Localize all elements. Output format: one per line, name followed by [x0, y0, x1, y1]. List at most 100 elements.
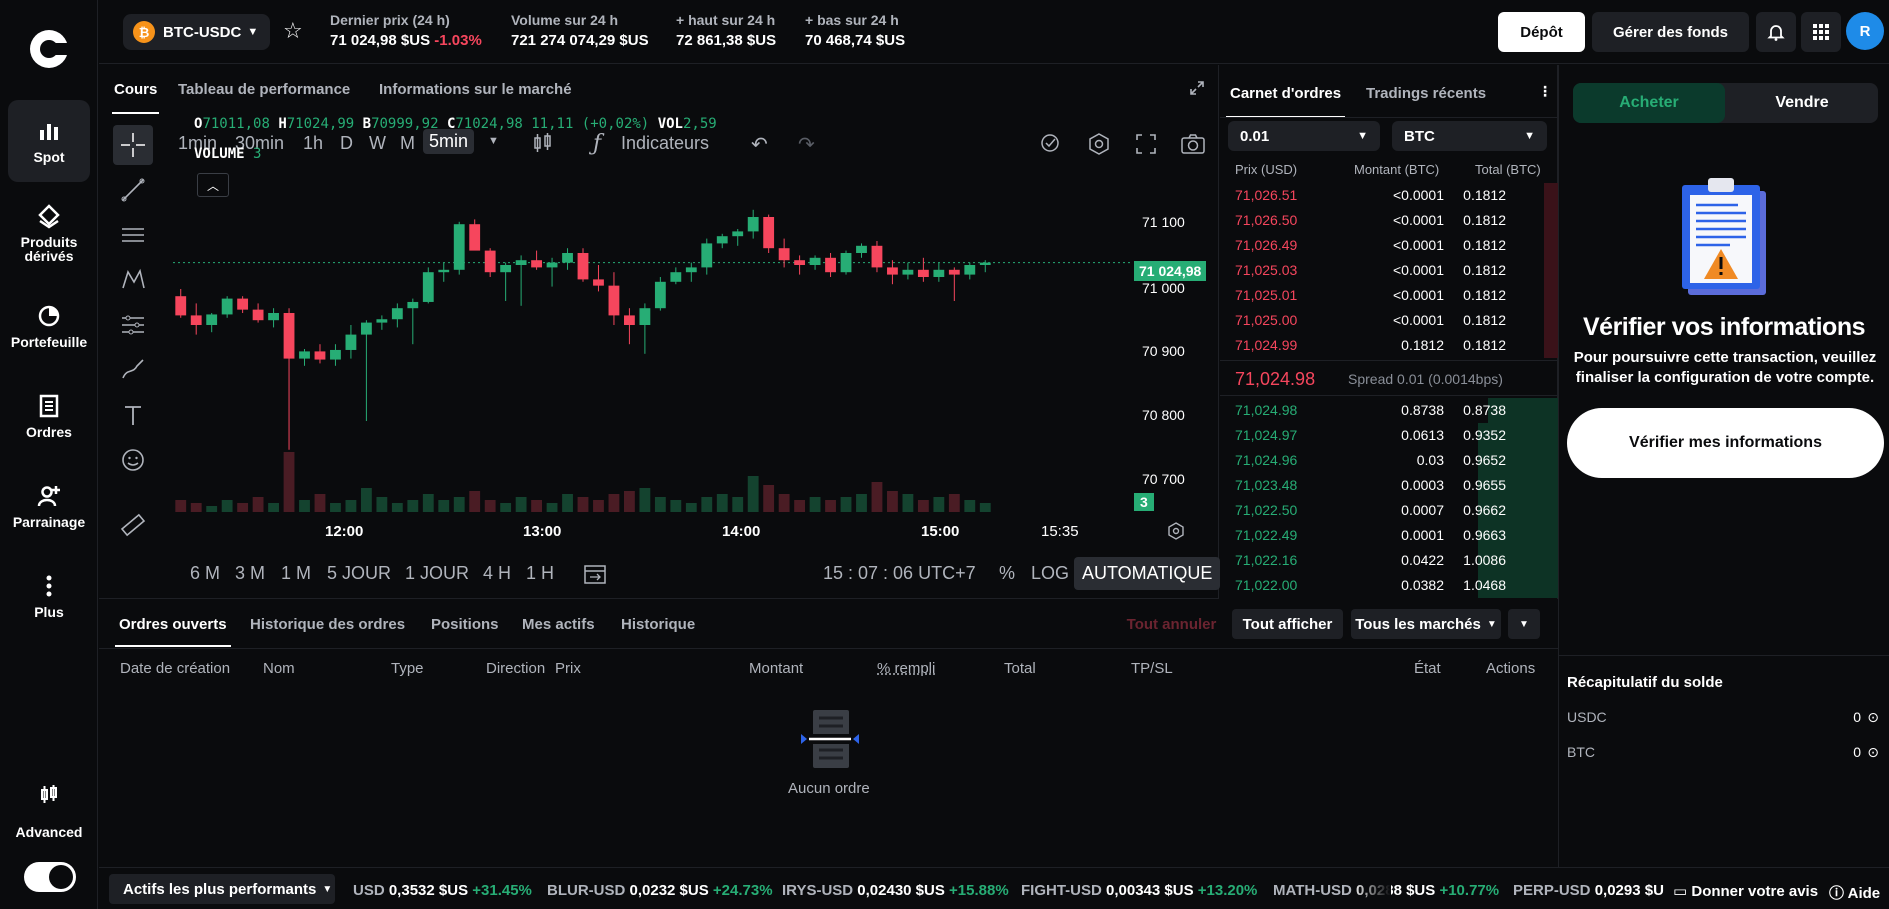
info-circle-icon[interactable]: ⊙ — [1867, 709, 1879, 726]
more-vertical-icon[interactable]: ⋮ — [1538, 83, 1552, 100]
expand-panel-button[interactable]: ▼ — [1508, 609, 1540, 639]
ask-row[interactable]: 71,026.50 <0.0001 0.1812 — [1220, 208, 1558, 233]
ask-row[interactable]: 71,026.49 <0.0001 0.1812 — [1220, 233, 1558, 258]
ruler-icon[interactable] — [113, 505, 153, 545]
help-link[interactable]: ⓘ Aide — [1829, 882, 1880, 903]
sidebar-item-more[interactable]: Plus — [8, 560, 90, 632]
auto-scale-toggle[interactable]: AUTOMATIQUE — [1074, 557, 1221, 590]
deposit-button[interactable]: Dépôt — [1498, 12, 1585, 52]
ask-row[interactable]: 71,024.99 0.1812 0.1812 — [1220, 333, 1558, 358]
bid-row[interactable]: 71,024.96 0.03 0.9652 — [1220, 448, 1558, 473]
tick-size-select[interactable]: 0.01 ▼ — [1228, 121, 1380, 151]
bell-icon[interactable] — [1756, 12, 1796, 52]
ticker-selector[interactable]: Actifs les plus performants ▼ — [109, 874, 335, 904]
fullscreen-icon[interactable] — [1134, 132, 1158, 159]
ticker-item[interactable]: PERP-USD 0,0293 $U — [1513, 882, 1664, 899]
advanced-toggle[interactable] — [24, 862, 76, 892]
camera-icon[interactable] — [1180, 132, 1206, 159]
ticker-item[interactable]: USD 0,3532 $US +31.45% — [353, 882, 532, 899]
timeframe-5min[interactable]: 5min — [423, 129, 475, 154]
range-5d[interactable]: 5 JOUR — [327, 563, 391, 584]
ticker-item[interactable]: BLUR-USD 0,0232 $US +24.73% — [547, 882, 773, 899]
settings-hex-icon[interactable] — [1087, 132, 1111, 159]
candle-type-icon[interactable] — [532, 131, 554, 158]
sidebar-item-spot[interactable]: Spot — [8, 100, 90, 182]
horizontal-lines-icon[interactable] — [113, 215, 153, 255]
redo-icon[interactable]: ↷ — [798, 132, 815, 157]
sell-tab[interactable]: Vendre — [1726, 83, 1878, 123]
bid-row[interactable]: 71,024.98 0.8738 0.8738 — [1220, 398, 1558, 423]
star-icon[interactable]: ☆ — [283, 18, 303, 44]
timeframe-m[interactable]: M — [400, 133, 415, 154]
feedback-link[interactable]: ▭ Donner votre avis — [1673, 882, 1818, 900]
tab-open-orders[interactable]: Ordres ouverts — [115, 616, 231, 647]
tab-my-assets[interactable]: Mes actifs — [522, 616, 595, 633]
cancel-all-button[interactable]: Tout annuler — [1120, 609, 1223, 639]
range-1h[interactable]: 1 H — [526, 563, 554, 584]
tab-order-history[interactable]: Historique des ordres — [250, 616, 405, 633]
manage-funds-button[interactable]: Gérer des fonds — [1592, 12, 1749, 52]
buy-tab[interactable]: Acheter — [1573, 83, 1725, 123]
calendar-icon[interactable] — [583, 563, 607, 588]
timeframe-1h[interactable]: 1h — [303, 133, 323, 154]
apps-grid-icon[interactable] — [1801, 12, 1841, 52]
pair-selector[interactable]: ₿ BTC-USDC ▼ — [123, 14, 270, 50]
tab-market-info[interactable]: Informations sur le marché — [379, 81, 572, 98]
axis-settings-icon[interactable] — [1167, 522, 1185, 543]
avatar[interactable]: R — [1846, 12, 1884, 50]
ask-row[interactable]: 71,025.01 <0.0001 0.1812 — [1220, 283, 1558, 308]
bid-row[interactable]: 71,022.00 0.0382 1.0468 — [1220, 573, 1558, 598]
timeframe-w[interactable]: W — [369, 133, 386, 154]
info-circle-icon[interactable]: ⊙ — [1867, 744, 1879, 761]
candlestick-chart[interactable] — [173, 200, 1135, 514]
col-filled[interactable]: % rempli — [877, 660, 935, 677]
ask-row[interactable]: 71,026.51 <0.0001 0.1812 — [1220, 183, 1558, 208]
ask-row[interactable]: 71,025.00 <0.0001 0.1812 — [1220, 308, 1558, 333]
percent-toggle[interactable]: % — [999, 563, 1015, 584]
range-4h[interactable]: 4 H — [483, 563, 511, 584]
bid-row[interactable]: 71,023.48 0.0003 0.9655 — [1220, 473, 1558, 498]
ticker-item[interactable]: IRYS-USD 0,02430 $US +15.88% — [782, 882, 1009, 899]
coinbase-logo[interactable] — [28, 28, 70, 70]
show-all-button[interactable]: Tout afficher — [1232, 609, 1343, 639]
function-icon[interactable]: ƒ — [593, 131, 601, 156]
verify-info-button[interactable]: Vérifier mes informations — [1567, 408, 1884, 478]
expand-icon[interactable] — [1189, 80, 1205, 99]
tab-performance[interactable]: Tableau de performance — [178, 81, 350, 98]
range-3m[interactable]: 3 M — [235, 563, 265, 584]
bid-row[interactable]: 71,022.16 0.0422 1.0086 — [1220, 548, 1558, 573]
sidebar-item-orders[interactable]: Ordres — [8, 380, 90, 452]
sidebar-item-portfolio[interactable]: Portefeuille — [8, 290, 90, 362]
trend-line-icon[interactable] — [113, 170, 153, 210]
bid-row[interactable]: 71,022.49 0.0001 0.9663 — [1220, 523, 1558, 548]
emoji-icon[interactable] — [113, 440, 153, 480]
sidebar-item-referral[interactable]: Parrainage — [8, 470, 90, 542]
crosshair-icon[interactable] — [113, 125, 153, 165]
pattern-icon[interactable] — [113, 260, 153, 300]
clock-readout[interactable]: 15 : 07 : 06 UTC+7 — [823, 563, 976, 584]
range-6m[interactable]: 6 M — [190, 563, 220, 584]
collapse-legend-button[interactable]: ︿ — [197, 173, 229, 197]
brush-icon[interactable] — [113, 350, 153, 390]
tab-price[interactable]: Cours — [111, 81, 160, 114]
bid-row[interactable]: 71,024.97 0.0613 0.9352 — [1220, 423, 1558, 448]
alert-icon[interactable] — [1039, 132, 1063, 159]
markets-select[interactable]: Tous les marchés ▼ — [1351, 609, 1501, 639]
indicators-button[interactable]: Indicateurs — [621, 133, 709, 154]
undo-icon[interactable]: ↶ — [751, 132, 768, 157]
range-1d[interactable]: 1 JOUR — [405, 563, 469, 584]
tab-history[interactable]: Historique — [621, 616, 695, 633]
range-1m[interactable]: 1 M — [281, 563, 311, 584]
chevron-down-icon[interactable]: ▼ — [488, 135, 499, 147]
tab-positions[interactable]: Positions — [431, 616, 499, 633]
tab-recent-trades[interactable]: Tradings récents — [1366, 85, 1486, 102]
text-icon[interactable] — [113, 395, 153, 435]
fib-icon[interactable] — [113, 305, 153, 345]
sidebar-item-derivatives[interactable]: Produits dérivés — [8, 192, 90, 274]
log-toggle[interactable]: LOG — [1031, 563, 1069, 584]
ticker-item[interactable]: FIGHT-USD 0,00343 $US +13.20% — [1021, 882, 1257, 899]
unit-select[interactable]: BTC ▼ — [1392, 121, 1547, 151]
tab-order-book[interactable]: Carnet d'ordres — [1225, 85, 1346, 118]
timeframe-d[interactable]: D — [340, 133, 353, 154]
bid-row[interactable]: 71,022.50 0.0007 0.9662 — [1220, 498, 1558, 523]
